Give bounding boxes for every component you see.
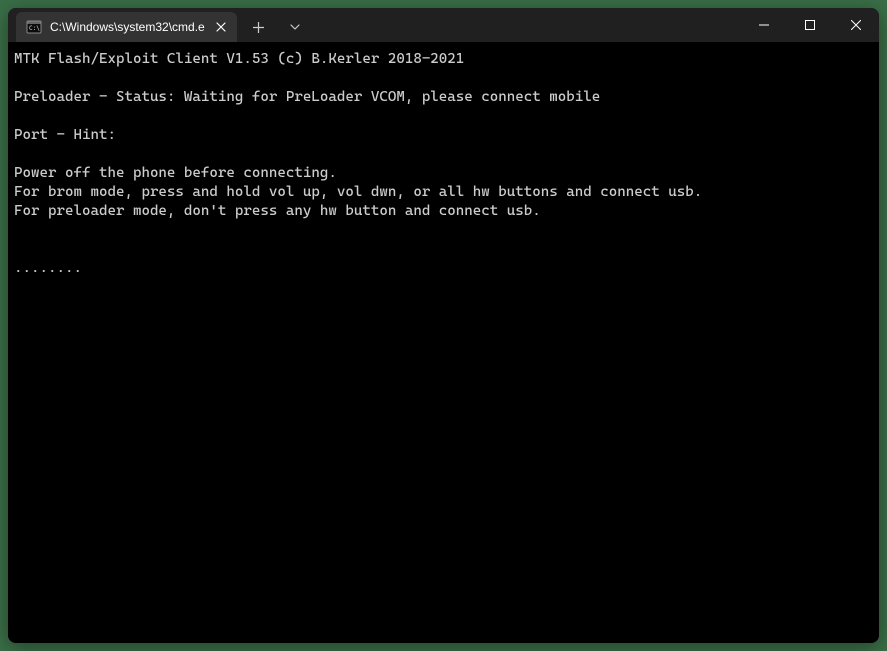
terminal-line: ........	[14, 259, 873, 278]
tab-area: C:\ C:\Windows\system32\cmd.e	[8, 8, 313, 42]
tab-controls	[241, 8, 313, 42]
terminal-line: Port - Hint:	[14, 126, 873, 145]
titlebar-drag-area[interactable]	[313, 8, 741, 42]
terminal-line: For preloader mode, don't press any hw b…	[14, 202, 873, 221]
close-tab-button[interactable]	[213, 19, 229, 35]
terminal-line	[14, 107, 873, 126]
tab-title: C:\Windows\system32\cmd.e	[50, 20, 205, 34]
terminal-line: Preloader - Status: Waiting for PreLoade…	[14, 88, 873, 107]
tab-dropdown-button[interactable]	[277, 12, 313, 42]
svg-text:C:\: C:\	[29, 25, 40, 32]
tab-cmd[interactable]: C:\ C:\Windows\system32\cmd.e	[16, 12, 237, 42]
terminal-line	[14, 69, 873, 88]
cmd-icon: C:\	[26, 19, 42, 35]
terminal-window: C:\ C:\Windows\system32\cmd.e	[8, 8, 879, 643]
terminal-line	[14, 221, 873, 240]
window-controls	[741, 8, 879, 42]
terminal-line: Power off the phone before connecting.	[14, 164, 873, 183]
terminal-line: For brom mode, press and hold vol up, vo…	[14, 183, 873, 202]
maximize-button[interactable]	[787, 8, 833, 42]
terminal-line	[14, 240, 873, 259]
terminal-output[interactable]: MTK Flash/Exploit Client V1.53 (c) B.Ker…	[8, 42, 879, 643]
close-window-button[interactable]	[833, 8, 879, 42]
minimize-button[interactable]	[741, 8, 787, 42]
titlebar: C:\ C:\Windows\system32\cmd.e	[8, 8, 879, 42]
terminal-line	[14, 145, 873, 164]
terminal-line: MTK Flash/Exploit Client V1.53 (c) B.Ker…	[14, 50, 873, 69]
new-tab-button[interactable]	[241, 12, 277, 42]
